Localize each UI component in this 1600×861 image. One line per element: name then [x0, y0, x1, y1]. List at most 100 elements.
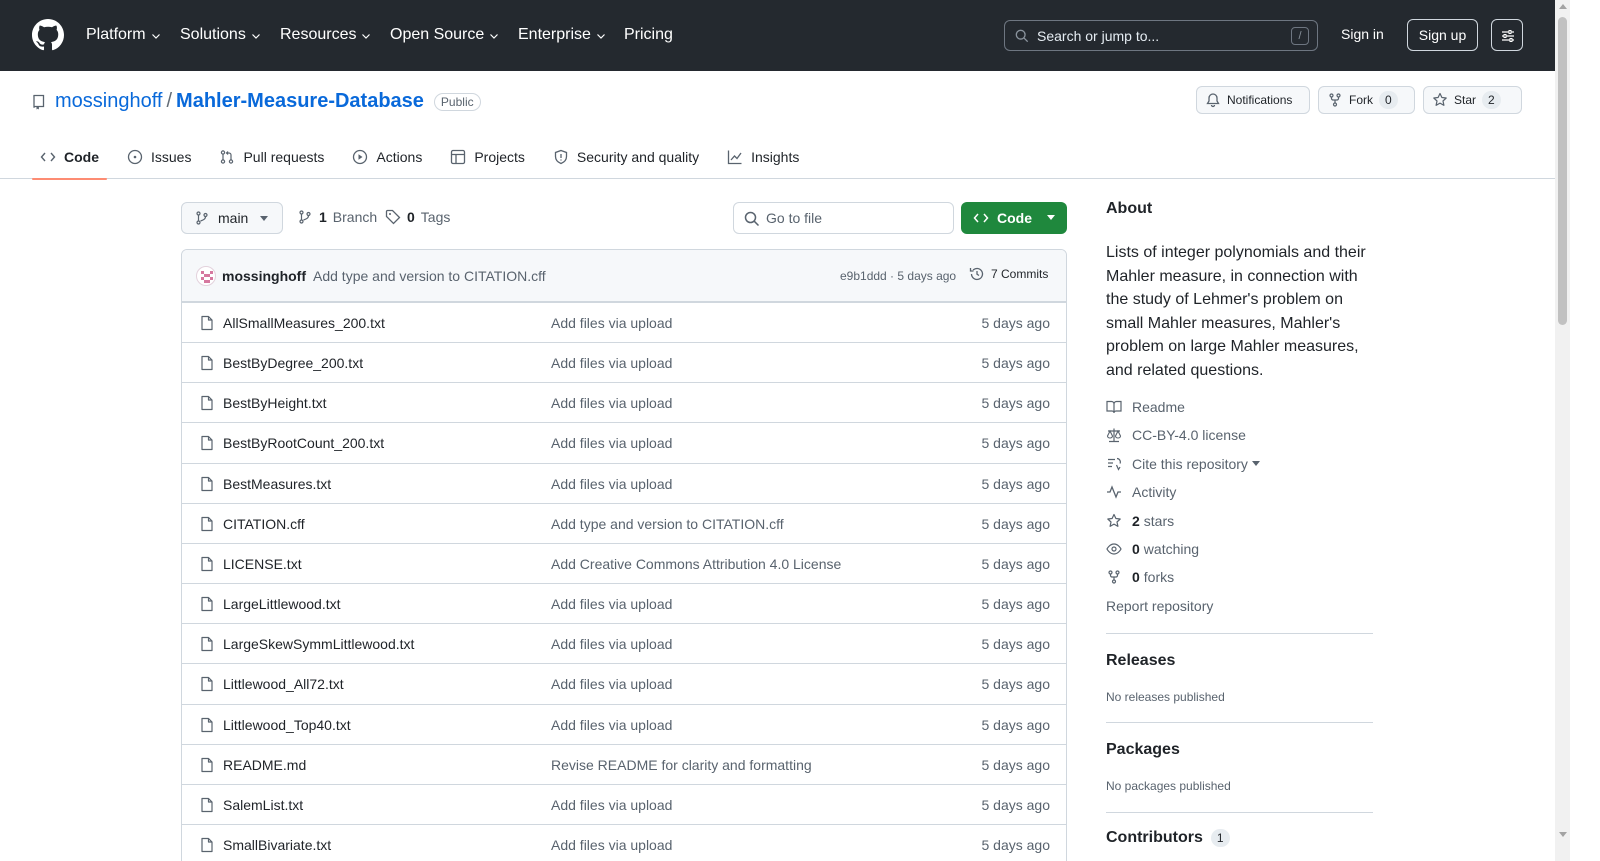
file-commit-message-link[interactable]: Add files via upload	[551, 315, 672, 331]
repo-owner-link[interactable]: mossinghoff	[55, 90, 162, 113]
file-name-link[interactable]: Littlewood_Top40.txt	[223, 717, 351, 733]
file-commit-date: 5 days ago	[981, 836, 1051, 853]
go-to-file-input[interactable]: Go to file	[733, 202, 954, 234]
commits-count-label: 7 Commits	[991, 267, 1049, 281]
file-name-link[interactable]: AllSmallMeasures_200.txt	[223, 315, 385, 331]
file-commit-message-link[interactable]: Add files via upload	[551, 636, 672, 652]
header-menu-button[interactable]	[1491, 19, 1523, 51]
tab-security[interactable]: Security and quality	[545, 135, 707, 179]
file-name-link[interactable]: Littlewood_All72.txt	[223, 676, 344, 692]
sign-up-button[interactable]: Sign up	[1407, 19, 1478, 51]
table-row[interactable]: CITATION.cff Add type and version to CITA…	[182, 502, 1066, 543]
file-commit-message-link[interactable]: Add files via upload	[551, 717, 672, 733]
table-row[interactable]: BestByDegree_200.txt Add files via upload…	[182, 342, 1066, 382]
tab-pull-requests[interactable]: Pull requests	[211, 135, 332, 179]
star-button[interactable]: Star 2	[1423, 86, 1522, 114]
license-link[interactable]: CC-BY-4.0 license	[1106, 427, 1246, 443]
file-commit-message-link[interactable]: Add type and version to CITATION.cff	[551, 516, 784, 532]
file-commit-message-link[interactable]: Add files via upload	[551, 837, 672, 853]
nav-solutions[interactable]: Solutions	[180, 24, 262, 46]
file-icon	[201, 396, 213, 411]
file-commit-message-link[interactable]: Add files via upload	[551, 797, 672, 813]
branches-link[interactable]: 1 Branch	[297, 209, 377, 225]
scrollbar-thumb[interactable]	[1558, 17, 1567, 325]
activity-link[interactable]: Activity	[1106, 484, 1176, 500]
table-row[interactable]: LICENSE.txt Add Creative Commons Attribut…	[182, 542, 1066, 583]
stars-link[interactable]: 2 stars	[1106, 513, 1174, 529]
readme-link[interactable]: Readme	[1106, 399, 1185, 415]
file-commit-message-link[interactable]: Add files via upload	[551, 355, 672, 371]
file-name-link[interactable]: SmallBivariate.txt	[223, 837, 331, 853]
tags-link[interactable]: 0 Tags	[385, 209, 450, 225]
file-name-link[interactable]: README.md	[223, 757, 306, 773]
repo-name-link[interactable]: Mahler-Measure-Database	[176, 90, 424, 113]
packages-heading[interactable]: Packages	[1106, 741, 1180, 759]
commits-link[interactable]: 7 Commits	[969, 266, 1048, 282]
commit-author-link[interactable]: mossinghoff	[222, 268, 306, 284]
file-commit-message-link[interactable]: Add Creative Commons Attribution 4.0 Lic…	[551, 556, 841, 572]
table-row[interactable]: BestByHeight.txt Add files via upload 5 da…	[182, 382, 1066, 422]
nav-enterprise[interactable]: Enterprise	[518, 24, 607, 46]
table-row[interactable]: BestMeasures.txt Add files via upload 5 da…	[182, 462, 1066, 503]
commit-message-link[interactable]: Add type and version to CITATION.cff	[313, 268, 546, 284]
file-commit-message-link[interactable]: Add files via upload	[551, 676, 672, 692]
stars-count: 2	[1132, 513, 1140, 529]
file-name-link[interactable]: LICENSE.txt	[223, 556, 302, 572]
file-name-link[interactable]: SalemList.txt	[223, 797, 303, 813]
releases-heading[interactable]: Releases	[1106, 652, 1175, 670]
file-commit-date: 5 days ago	[981, 555, 1051, 572]
github-logo-icon[interactable]	[32, 19, 64, 51]
forks-link[interactable]: 0 forks	[1106, 569, 1174, 585]
global-search-input[interactable]: Search or jump to... /	[1004, 20, 1318, 51]
table-row[interactable]: Littlewood_Top40.txt Add files via upload…	[182, 703, 1066, 744]
table-row[interactable]: SalemList.txt Add files via upload 5 days …	[182, 783, 1066, 824]
tab-code[interactable]: Code	[32, 135, 107, 180]
scroll-down-arrow-icon[interactable]	[1559, 832, 1567, 837]
nav-pricing[interactable]: Pricing	[624, 24, 673, 46]
branch-select-button[interactable]: main	[181, 202, 283, 234]
notifications-button[interactable]: Notifications	[1196, 86, 1310, 114]
table-row[interactable]: Littlewood_All72.txt Add files via upload…	[182, 663, 1066, 703]
scroll-up-arrow-icon[interactable]	[1559, 4, 1567, 9]
cite-repository-link[interactable]: Cite this repository	[1106, 456, 1260, 472]
nav-resources[interactable]: Resources	[280, 24, 372, 46]
file-name-link[interactable]: LargeLittlewood.txt	[223, 596, 341, 612]
file-commit-message-link[interactable]: Add files via upload	[551, 395, 672, 411]
commit-hash-time[interactable]: e9b1ddd · 5 days ago	[840, 269, 956, 283]
file-name-link[interactable]: BestByDegree_200.txt	[223, 355, 363, 371]
table-row[interactable]: LargeSkewSymmLittlewood.txt Add files via…	[182, 623, 1066, 663]
nav-platform[interactable]: Platform	[86, 24, 162, 46]
table-row[interactable]: AllSmallMeasures_200.txt Add files via up…	[182, 302, 1066, 342]
sign-in-link[interactable]: Sign in	[1341, 26, 1384, 42]
file-commit-message-link[interactable]: Add files via upload	[551, 596, 672, 612]
cite-label: Cite this repository	[1132, 456, 1248, 472]
file-name-link[interactable]: BestByHeight.txt	[223, 395, 327, 411]
nav-pricing-label: Pricing	[624, 26, 673, 43]
file-commit-message-link[interactable]: Add files via upload	[551, 435, 672, 451]
nav-solutions-label: Solutions	[180, 26, 246, 43]
watchers-link[interactable]: 0 watching	[1106, 541, 1199, 557]
file-commit-message-link[interactable]: Revise README for clarity and formatting	[551, 757, 812, 773]
code-dropdown-button[interactable]: Code	[961, 202, 1067, 234]
nav-open-source[interactable]: Open Source	[390, 24, 500, 46]
tab-actions[interactable]: Actions	[344, 135, 430, 179]
table-row[interactable]: LargeLittlewood.txt Add files via upload 5…	[182, 583, 1066, 623]
table-row[interactable]: SmallBivariate.txt Add files via upload 5 …	[182, 823, 1066, 861]
tab-issues[interactable]: Issues	[119, 135, 199, 179]
tab-issues-label: Issues	[151, 149, 192, 165]
file-name-link[interactable]: BestMeasures.txt	[223, 476, 331, 492]
table-row[interactable]: BestByRootCount_200.txt Add files via upl…	[182, 422, 1066, 462]
file-name-link[interactable]: BestByRootCount_200.txt	[223, 435, 384, 451]
tab-projects[interactable]: Projects	[442, 135, 533, 179]
table-row[interactable]: README.md Revise README for clarity and f…	[182, 743, 1066, 784]
avatar[interactable]	[196, 266, 216, 286]
tab-insights[interactable]: Insights	[719, 135, 807, 179]
report-repository-link[interactable]: Report repository	[1106, 598, 1213, 614]
window-edge	[1570, 0, 1600, 861]
fork-button[interactable]: Fork 0	[1318, 86, 1415, 114]
file-name-link[interactable]: CITATION.cff	[223, 516, 305, 532]
page-scrollbar[interactable]	[1555, 0, 1570, 861]
file-commit-message-link[interactable]: Add files via upload	[551, 476, 672, 492]
contributors-heading[interactable]: Contributors 1	[1106, 829, 1230, 847]
file-name-link[interactable]: LargeSkewSymmLittlewood.txt	[223, 636, 414, 652]
